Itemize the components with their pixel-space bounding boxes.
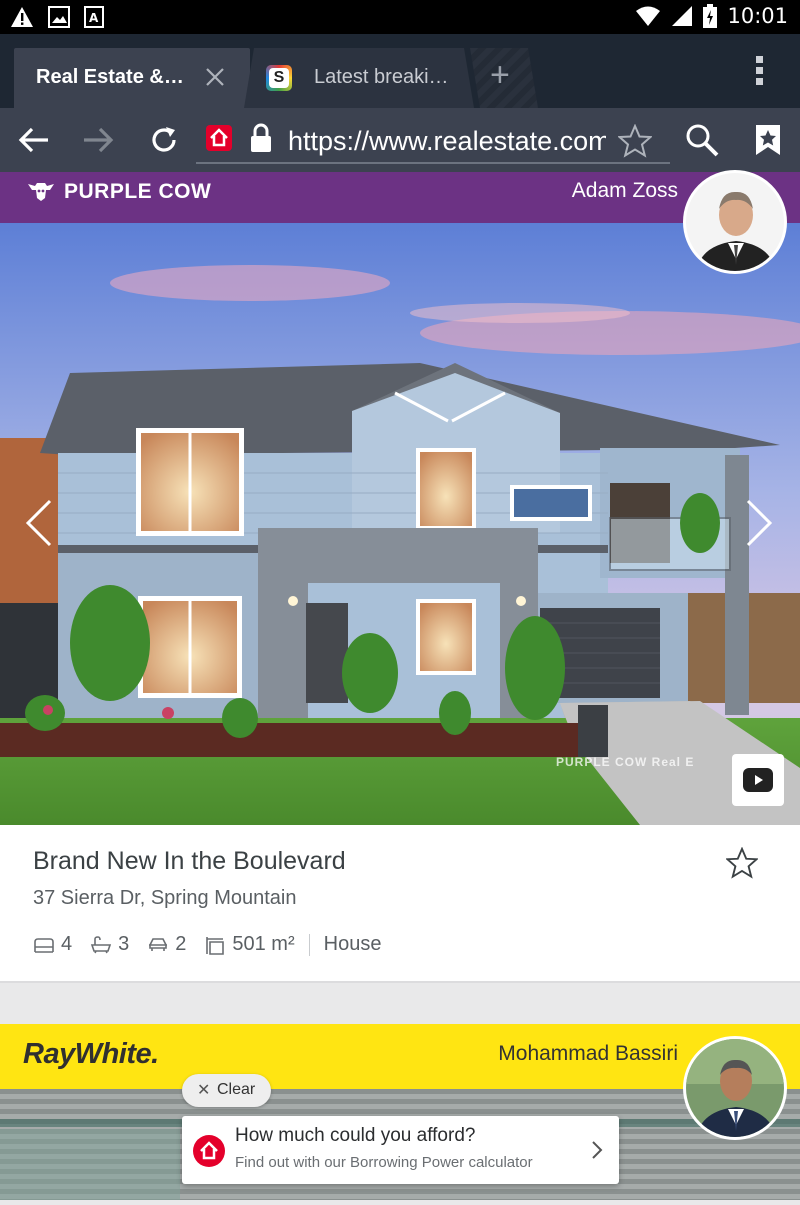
overflow-menu-icon[interactable] xyxy=(756,56,764,89)
property-type: House xyxy=(323,933,382,955)
agency-name: PURPLE COW xyxy=(64,180,212,203)
land-size-feature: 501 m² xyxy=(204,933,295,956)
save-favourite-star-icon[interactable] xyxy=(726,847,758,879)
property-features: 4 3 2 501 m² House xyxy=(33,933,381,956)
agent-photo-2 xyxy=(686,1039,784,1137)
feature-divider xyxy=(308,933,310,956)
url-bar[interactable]: https://www.realestate.com.au xyxy=(196,118,670,164)
battery-icon xyxy=(703,4,718,28)
signal-icon xyxy=(672,6,693,26)
clear-x-icon: ✕ xyxy=(197,1082,211,1099)
listing-photo[interactable]: PURPLE COW Real E xyxy=(0,223,800,825)
agent-name: Adam Zoss xyxy=(571,179,678,202)
bookmark-star-icon[interactable] xyxy=(618,124,652,158)
car-spaces-count: 2 xyxy=(175,933,187,955)
lock-icon xyxy=(251,123,271,152)
land-size-icon xyxy=(206,936,225,955)
tab-latest-news[interactable]: S Latest breaki… xyxy=(244,48,474,108)
listing-address: 37 Sierra Dr, Spring Mountain xyxy=(33,887,297,909)
bathrooms-count: 3 xyxy=(118,933,130,955)
promo-subtitle: Find out with our Borrowing Power calcul… xyxy=(235,1154,533,1171)
close-tab-icon[interactable] xyxy=(204,66,226,88)
agent-name-2: Mohammad Bassiri xyxy=(498,1042,678,1065)
car-spaces-feature: 2 xyxy=(147,933,186,956)
agent-avatar[interactable] xyxy=(683,170,787,274)
plus-icon: + xyxy=(490,56,510,94)
bookmarks-icon[interactable] xyxy=(750,122,786,158)
previous-photo-icon[interactable] xyxy=(24,498,54,548)
forward-arrow-icon[interactable] xyxy=(80,122,116,158)
tab-realestate[interactable]: Real Estate &… xyxy=(14,48,250,108)
promo-title: How much could you afford? xyxy=(235,1125,476,1146)
agent-avatar-2[interactable] xyxy=(683,1036,787,1140)
tab-title: Real Estate &… xyxy=(36,66,184,88)
url-text: https://www.realestate.com.au xyxy=(288,126,606,156)
agency-bar-2[interactable]: RayWhite. Mohammad Bassiri xyxy=(0,1024,800,1089)
listing-title: Brand New In the Boulevard xyxy=(33,847,346,875)
reload-icon[interactable] xyxy=(146,122,182,158)
svg-text:A: A xyxy=(89,11,99,25)
bath-icon xyxy=(91,935,112,953)
agency-logo: PURPLE COW xyxy=(26,180,211,204)
listing-info[interactable]: Brand New In the Boulevard 37 Sierra Dr,… xyxy=(0,825,800,983)
tab-strip: Real Estate &… S Latest breaki… + xyxy=(0,34,800,108)
borrowing-power-banner[interactable]: How much could you afford? Find out with… xyxy=(182,1116,619,1184)
new-tab-button[interactable]: + xyxy=(470,48,538,108)
agent-photo xyxy=(686,173,784,271)
cow-logo-icon xyxy=(28,183,54,201)
agency-logo-2: RayWhite. xyxy=(23,1038,159,1070)
search-icon[interactable] xyxy=(684,122,720,158)
browser-toolbar: https://www.realestate.com.au xyxy=(0,108,800,172)
bedrooms-feature: 4 xyxy=(33,933,72,956)
next-photo-icon[interactable] xyxy=(744,498,774,548)
warning-icon xyxy=(11,7,33,27)
news-favicon-icon: S xyxy=(266,65,292,91)
bed-icon xyxy=(34,937,54,953)
bathrooms-feature: 3 xyxy=(90,933,129,956)
bedrooms-count: 4 xyxy=(61,933,73,955)
wifi-icon xyxy=(636,6,661,26)
land-size-value: 501 m² xyxy=(232,933,295,955)
chevron-right-icon xyxy=(592,1141,603,1159)
image-icon xyxy=(48,6,70,28)
house-photo xyxy=(0,223,800,825)
play-video-icon xyxy=(743,768,773,792)
car-icon xyxy=(149,937,168,951)
site-favicon-icon xyxy=(206,125,232,151)
agency-watermark: PURPLE COW Real E xyxy=(556,755,695,769)
video-button[interactable] xyxy=(732,754,784,806)
status-bar: A 10:01 xyxy=(0,0,800,34)
tab-title: Latest breaki… xyxy=(314,66,449,88)
a-badge-icon: A xyxy=(84,6,104,28)
back-arrow-icon[interactable] xyxy=(16,122,52,158)
clear-button[interactable]: ✕ Clear xyxy=(182,1074,271,1107)
home-loan-icon xyxy=(193,1135,225,1167)
status-time: 10:01 xyxy=(727,4,788,28)
clear-label: Clear xyxy=(217,1081,256,1098)
agency-bar[interactable]: PURPLE COW Adam Zoss xyxy=(0,172,800,223)
